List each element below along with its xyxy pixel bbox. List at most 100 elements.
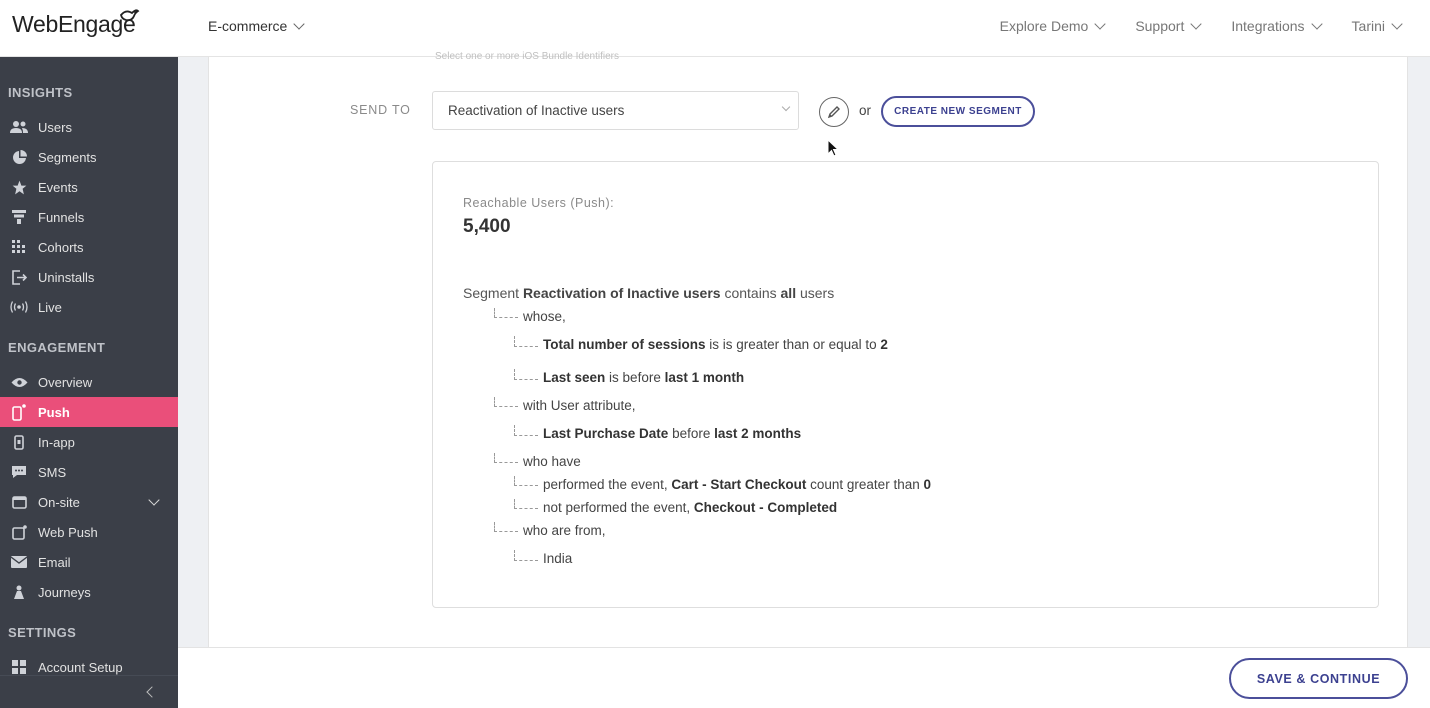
rule-who-have: who have (523, 454, 581, 469)
nav-label: Explore Demo (999, 18, 1089, 34)
sidebar-item-in-app[interactable]: In-app (0, 427, 178, 457)
nav-support[interactable]: Support (1135, 18, 1203, 34)
mobile-icon (10, 434, 28, 450)
project-name: E-commerce (208, 18, 288, 34)
or-text: or (859, 103, 872, 118)
sidebar-item-segments[interactable]: Segments (0, 142, 178, 172)
chevron-down-icon (1094, 18, 1106, 30)
sidebar-item-uninstalls[interactable]: Uninstalls (0, 262, 178, 292)
chevron-down-icon (1190, 18, 1203, 30)
tree-connector (514, 425, 538, 436)
logo-bird-icon (120, 9, 140, 22)
project-switcher[interactable]: E-commerce (208, 18, 306, 34)
sidebar-item-funnels[interactable]: Funnels (0, 202, 178, 232)
sidebar-collapse-toggle[interactable] (0, 675, 178, 708)
rule-attribute: Last Purchase Date (543, 426, 669, 441)
segment-select[interactable]: Reactivation of Inactive users (432, 91, 799, 130)
envelope-icon (10, 554, 28, 570)
reachable-users-label: Reachable Users (Push): (463, 196, 615, 210)
web-push-icon (10, 524, 28, 540)
sidebar-item-label: Users (38, 119, 72, 135)
nav-label: Tarini (1351, 18, 1385, 34)
chevron-down-icon (781, 102, 791, 112)
sidebar-item-label: Cohorts (38, 239, 84, 255)
rule-operator: count greater than (810, 477, 920, 492)
chevron-down-icon[interactable] (148, 494, 160, 506)
field-hint: Select one or more iOS Bundle Identifier… (435, 51, 619, 62)
tree-connector (494, 397, 518, 407)
rule-event-name: Checkout - Completed (693, 500, 838, 515)
mobile-push-icon (10, 403, 28, 421)
rule-operator: is before (609, 370, 661, 385)
rule-event-name: Cart - Start Checkout (671, 477, 807, 492)
chevron-down-icon (1310, 18, 1323, 30)
flask-icon (10, 584, 28, 600)
rule-operator: is is greater than or equal to (709, 337, 877, 352)
broadcast-icon (10, 299, 28, 315)
rule-condition: Total number of sessions is is greater t… (543, 337, 888, 352)
tree-connector (514, 336, 538, 347)
sidebar-item-sms[interactable]: SMS (0, 457, 178, 487)
rule-value: last 2 months (714, 426, 802, 441)
sidebar-item-email[interactable]: Email (0, 547, 178, 577)
rule-event: not performed the event, Checkout - Comp… (543, 500, 837, 515)
rule-event: performed the event, Cart - Start Checko… (543, 477, 931, 492)
rule-event-prefix: performed the event, (543, 477, 668, 492)
rule-with-attribute: with User attribute, (523, 398, 636, 413)
chevron-down-icon (293, 18, 306, 30)
sidebar-item-label: Account Setup (38, 659, 123, 675)
users-icon (10, 119, 28, 135)
sidebar-item-web-push[interactable]: Web Push (0, 517, 178, 547)
desc-all: all (780, 285, 797, 301)
nav-integrations[interactable]: Integrations (1231, 18, 1323, 34)
tree-connector (514, 476, 538, 486)
sidebar-item-label: Push (38, 404, 70, 420)
save-and-continue-button[interactable]: SAVE & CONTINUE (1229, 658, 1408, 699)
chevron-left-icon (146, 686, 158, 698)
sidebar-item-label: Segments (38, 149, 97, 165)
edit-segment-button[interactable] (819, 97, 849, 127)
funnel-icon (10, 209, 28, 225)
webengage-logo[interactable]: WebEngage (12, 9, 140, 39)
sidebar-item-push[interactable]: Push (0, 397, 178, 427)
sidebar-item-journeys[interactable]: Journeys (0, 577, 178, 607)
rule-condition: Last Purchase Date before last 2 months (543, 426, 801, 441)
bottom-action-bar: SAVE & CONTINUE (178, 647, 1430, 708)
sidebar-item-label: Email (38, 554, 71, 570)
top-nav: Explore Demo Support Integrations Tarini (1000, 18, 1430, 34)
rule-who-from: who are from, (523, 523, 606, 538)
sms-icon (10, 464, 28, 480)
section-title-settings: SETTINGS (8, 625, 77, 640)
desc-middle: contains (724, 285, 777, 301)
sidebar-item-live[interactable]: Live (0, 292, 178, 322)
grid-icon (10, 659, 28, 675)
nav-user-menu[interactable]: Tarini (1351, 18, 1403, 34)
sidebar-item-overview[interactable]: Overview (0, 367, 178, 397)
rule-attribute: Last seen (543, 370, 606, 385)
tree-connector (514, 499, 538, 509)
sidebar-item-cohorts[interactable]: Cohorts (0, 232, 178, 262)
exit-icon (10, 269, 28, 285)
create-new-segment-button[interactable]: CREATE NEW SEGMENT (881, 96, 1035, 127)
segment-summary-box: Reachable Users (Push): 5,400 Segment Re… (432, 161, 1379, 608)
sidebar-item-on-site[interactable]: On-site (0, 487, 178, 517)
nav-explore-demo[interactable]: Explore Demo (999, 18, 1106, 34)
desc-segment-name: Reactivation of Inactive users (522, 285, 721, 301)
nav-label: Support (1135, 18, 1185, 34)
sidebar-item-label: SMS (38, 464, 67, 480)
browser-icon (10, 494, 28, 510)
sidebar-item-users[interactable]: Users (0, 112, 178, 142)
top-bar: WebEngage E-commerce Explore Demo Suppor… (0, 0, 1430, 57)
sidebar-item-label: Journeys (38, 584, 91, 600)
eye-icon (10, 374, 28, 390)
campaign-form-card: Select one or more iOS Bundle Identifier… (208, 51, 1408, 647)
section-title-engagement: ENGAGEMENT (8, 340, 106, 355)
sidebar-item-events[interactable]: Events (0, 172, 178, 202)
sidebar-item-label: In-app (38, 434, 75, 450)
rule-whose: whose, (523, 309, 566, 324)
rule-country: India (543, 551, 573, 566)
rule-attribute: Total number of sessions (543, 337, 706, 352)
reachable-users-count: 5,400 (463, 216, 511, 237)
segment-description: Segment Reactivation of Inactive users c… (463, 285, 834, 301)
chevron-down-icon (1391, 18, 1403, 30)
